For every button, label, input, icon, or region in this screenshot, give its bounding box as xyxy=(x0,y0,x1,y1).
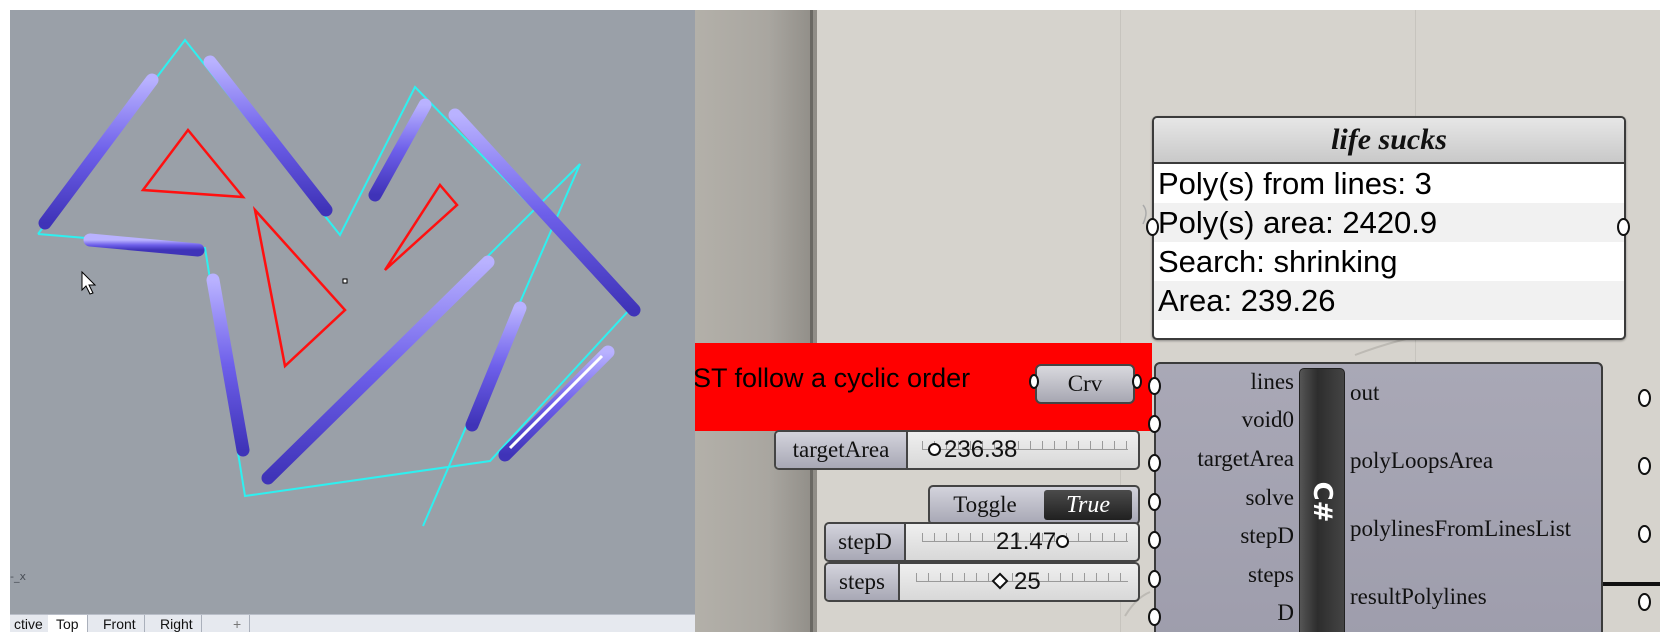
port-lines[interactable] xyxy=(1148,377,1161,395)
panel-line: Poly(s) area: 2420.9 xyxy=(1154,203,1624,242)
port-stepd[interactable] xyxy=(1148,531,1161,549)
tab-front[interactable]: Front xyxy=(95,615,145,632)
pipe-6 xyxy=(448,108,641,317)
app-frame: -_x ctive Top Front Right + life sucks P… xyxy=(10,10,1660,632)
mouse-cursor-icon xyxy=(81,270,97,295)
panel-line: Poly(s) from lines: 3 xyxy=(1158,166,1432,201)
slider-handle[interactable] xyxy=(1056,535,1069,548)
viewport-geometry xyxy=(37,38,641,527)
input-void0[interactable]: void0 xyxy=(1162,407,1294,433)
toggle-value[interactable]: True xyxy=(1044,490,1132,520)
panel-title: life sucks xyxy=(1154,118,1624,164)
csharp-component[interactable]: lines void0 targetArea solve stepD steps… xyxy=(1154,362,1603,632)
pipe-4 xyxy=(206,273,250,457)
pipe-highlight xyxy=(508,354,604,450)
port-void0[interactable] xyxy=(1148,415,1161,433)
slider-label: targetArea xyxy=(776,432,908,468)
panel-input-port[interactable] xyxy=(1146,218,1159,236)
tab-top[interactable]: Top xyxy=(48,615,88,632)
slider-value: 25 xyxy=(1014,568,1041,595)
crv-input-port[interactable] xyxy=(1029,374,1039,389)
port-resultpolylines[interactable] xyxy=(1638,593,1651,611)
triangle-2 xyxy=(252,205,347,369)
grasshopper-canvas[interactable]: life sucks Poly(s) from lines: 3 Poly(s)… xyxy=(695,10,1660,632)
component-name-bar[interactable]: C# xyxy=(1299,368,1345,632)
triangle-3 xyxy=(383,182,459,271)
output-out[interactable]: out xyxy=(1350,380,1379,406)
crv-output-port[interactable] xyxy=(1132,374,1142,389)
port-steps[interactable] xyxy=(1148,570,1161,588)
output-polylinesfromlineslist[interactable]: polylinesFromLinesList xyxy=(1350,516,1571,542)
slider-steps[interactable]: steps 25 xyxy=(824,562,1140,602)
pipe-8 xyxy=(465,301,527,432)
slider-targetarea[interactable]: targetArea 236.38 xyxy=(774,430,1140,470)
port-solve[interactable] xyxy=(1148,493,1161,511)
output-polyloopsarea[interactable]: polyLoopsArea xyxy=(1350,448,1493,474)
slider-value: 236.38 xyxy=(944,436,1018,463)
input-stepd[interactable]: stepD xyxy=(1162,523,1294,549)
port-targetarea[interactable] xyxy=(1148,454,1161,472)
toggle-label: Toggle xyxy=(953,492,1017,517)
crv-param[interactable]: Crv xyxy=(1035,364,1135,404)
pipe-2 xyxy=(203,55,333,217)
slider-stepd[interactable]: stepD 21.47 xyxy=(824,522,1140,562)
output-resultpolylines[interactable]: resultPolylines xyxy=(1350,584,1487,610)
input-targetarea[interactable]: targetArea xyxy=(1162,446,1294,472)
input-steps[interactable]: steps xyxy=(1162,562,1294,588)
panel-line: Search: shrinking xyxy=(1158,244,1398,279)
slider-handle[interactable] xyxy=(928,443,941,456)
port-polylinesfromlineslist[interactable] xyxy=(1638,525,1651,543)
rhino-viewport[interactable]: -_x ctive Top Front Right + xyxy=(10,10,695,632)
port-polyloopsarea[interactable] xyxy=(1638,457,1651,475)
port-out[interactable] xyxy=(1638,389,1651,407)
group-label: ST follow a cyclic order xyxy=(695,363,971,393)
panel-life-sucks[interactable]: life sucks Poly(s) from lines: 3 Poly(s)… xyxy=(1152,116,1626,340)
input-lines[interactable]: lines xyxy=(1162,369,1294,395)
input-d[interactable]: D xyxy=(1162,600,1294,626)
boolean-toggle[interactable]: Toggle True xyxy=(928,485,1140,525)
panel-output-port[interactable] xyxy=(1617,218,1630,236)
add-viewport-icon[interactable]: + xyxy=(225,615,251,632)
pipe-3 xyxy=(83,233,205,257)
viewport-tab-bar: ctive Top Front Right + xyxy=(10,614,695,632)
pipe-7 xyxy=(261,255,495,485)
pick-point-marker xyxy=(342,278,348,284)
slider-label: steps xyxy=(826,564,900,600)
panel-line: Area: 239.26 xyxy=(1154,281,1624,320)
component-name: C# xyxy=(1307,481,1337,523)
red-group: ST follow a cyclic order Crv xyxy=(695,343,1152,431)
axis-label: -_x xyxy=(10,570,26,583)
port-d[interactable] xyxy=(1148,608,1161,626)
tab-right[interactable]: Right xyxy=(152,615,202,632)
pipe-1 xyxy=(38,73,159,230)
tab-perspective[interactable]: ctive xyxy=(10,615,52,632)
input-solve[interactable]: solve xyxy=(1162,485,1294,511)
slider-label: stepD xyxy=(826,524,906,560)
slider-value: 21.47 xyxy=(996,528,1057,555)
triangle-1 xyxy=(140,127,246,199)
